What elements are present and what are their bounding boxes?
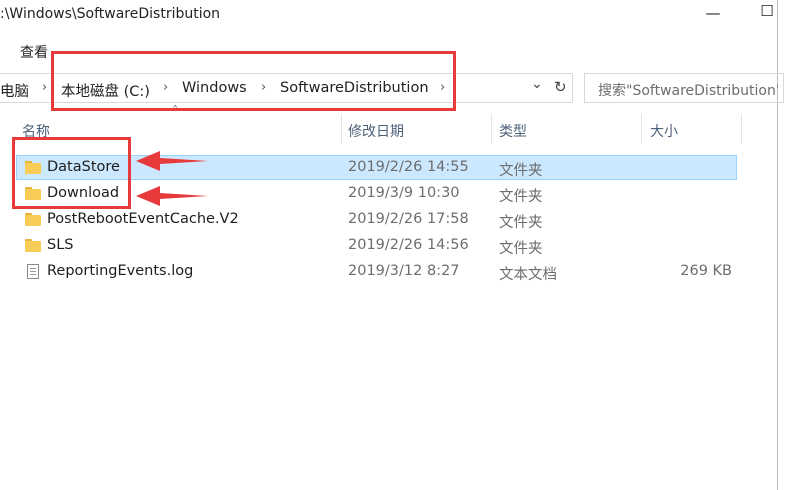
file-date: 2019/2/26 17:58 — [348, 211, 469, 227]
file-date: 2019/3/12 8:27 — [348, 263, 460, 279]
breadcrumb-separator[interactable]: › — [42, 80, 47, 95]
file-date: 2019/2/26 14:56 — [348, 237, 469, 253]
text-file-icon — [27, 264, 39, 279]
file-type: 文件夹 — [499, 215, 543, 231]
column-header-size[interactable]: 大小 — [650, 121, 678, 141]
breadcrumb-this-pc[interactable]: 电脑 — [0, 80, 29, 101]
file-name[interactable]: ReportingEvents.log — [47, 263, 193, 279]
annotation-arrow-datastore — [136, 151, 208, 171]
file-date: 2019/2/26 14:55 — [348, 159, 469, 175]
column-header-type[interactable]: 类型 — [499, 121, 527, 141]
refresh-icon[interactable]: ↻ — [554, 78, 567, 96]
folder-icon — [25, 239, 41, 252]
column-header-date[interactable]: 修改日期 — [348, 121, 404, 141]
maximize-button[interactable]: ☐ — [756, 2, 778, 20]
file-size: 269 KB — [680, 263, 732, 279]
file-type: 文本文档 — [499, 267, 557, 283]
column-divider[interactable] — [641, 114, 642, 144]
file-type: 文件夹 — [499, 163, 543, 179]
column-divider[interactable] — [491, 114, 492, 144]
window-title: :\Windows\SoftwareDistribution — [0, 6, 221, 22]
file-type: 文件夹 — [499, 241, 543, 257]
search-placeholder[interactable]: 搜索"SoftwareDistribution" — [598, 80, 778, 100]
annotation-address-highlight — [51, 51, 456, 111]
folder-icon — [25, 213, 41, 226]
file-name[interactable]: SLS — [47, 237, 74, 253]
file-type: 文件夹 — [499, 189, 543, 205]
file-date: 2019/3/9 10:30 — [348, 185, 460, 201]
annotation-arrows — [136, 151, 208, 206]
annotation-arrow-download — [136, 186, 208, 206]
column-divider[interactable] — [741, 114, 742, 144]
address-dropdown-icon[interactable]: ⌄ — [531, 76, 543, 92]
column-divider[interactable] — [341, 114, 342, 144]
menu-view[interactable]: 查看 — [20, 42, 48, 62]
minimize-button[interactable]: — — [701, 4, 725, 22]
annotation-folders-highlight — [12, 137, 131, 209]
file-name[interactable]: PostRebootEventCache.V2 — [47, 211, 239, 227]
